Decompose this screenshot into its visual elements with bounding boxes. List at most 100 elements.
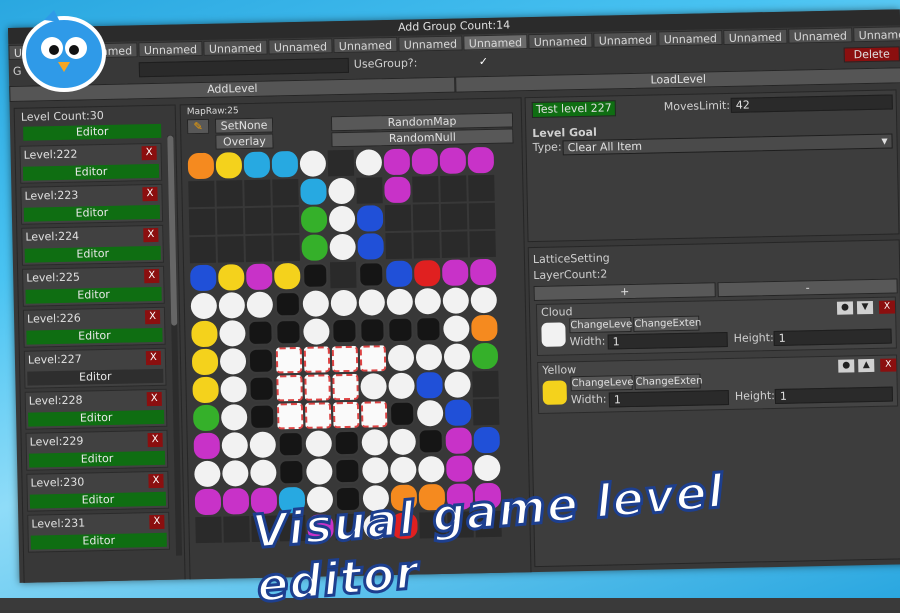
yellow-piece[interactable] xyxy=(215,152,243,179)
white-ball[interactable] xyxy=(361,429,389,456)
empty-cell[interactable] xyxy=(272,178,299,206)
delete-level-button[interactable]: X xyxy=(145,350,162,366)
width-input[interactable]: 1 xyxy=(608,389,730,408)
add-layer-button[interactable]: + xyxy=(533,282,716,302)
cyan-piece[interactable] xyxy=(300,178,327,205)
black-blocker[interactable] xyxy=(248,403,276,431)
white-ball[interactable] xyxy=(194,460,221,488)
level-editor-button[interactable]: Editor xyxy=(24,245,161,263)
orange-piece[interactable] xyxy=(187,152,215,180)
random-null-button[interactable]: RandomNull xyxy=(331,128,514,148)
white-ball[interactable] xyxy=(474,454,501,482)
dot-icon[interactable]: ● xyxy=(838,359,855,373)
tab-group-3[interactable]: Unnamed xyxy=(203,39,268,56)
pencil-icon[interactable]: ✎ xyxy=(186,118,210,135)
empty-cell[interactable] xyxy=(245,235,272,263)
group-name-field[interactable] xyxy=(138,57,350,78)
white-ball[interactable] xyxy=(221,432,249,459)
goal-type-select[interactable]: Clear All Item ▼ xyxy=(562,133,893,156)
black-blocker[interactable] xyxy=(415,315,442,343)
black-blocker[interactable] xyxy=(417,427,445,455)
blue-piece[interactable] xyxy=(357,233,384,260)
magenta-piece[interactable] xyxy=(439,147,467,174)
yellow-piece[interactable] xyxy=(192,376,219,404)
empty-cell[interactable] xyxy=(189,236,216,264)
white-ball[interactable] xyxy=(388,372,415,400)
empty-cell[interactable] xyxy=(272,206,300,234)
blue-piece[interactable] xyxy=(385,260,413,288)
white-ball[interactable] xyxy=(222,460,249,487)
tab-group-11[interactable]: Unnamed xyxy=(723,28,788,46)
white-ball[interactable] xyxy=(220,404,248,431)
magenta-piece[interactable] xyxy=(383,148,411,176)
overlay-button[interactable]: Overlay xyxy=(215,133,274,150)
change-level-button[interactable]: ChangeLeve xyxy=(569,317,632,334)
cloud-tile[interactable] xyxy=(276,374,303,402)
level-editor-button[interactable]: Editor xyxy=(23,123,162,141)
arrow-up-icon[interactable]: ▲ xyxy=(858,358,875,373)
green-piece[interactable] xyxy=(300,206,328,233)
cloud-tile[interactable] xyxy=(332,401,360,429)
cyan-piece[interactable] xyxy=(271,150,299,178)
white-ball[interactable] xyxy=(389,428,417,456)
use-group-checkbox[interactable]: ✓ xyxy=(479,54,489,70)
black-blocker[interactable] xyxy=(275,318,302,346)
level-editor-button[interactable]: Editor xyxy=(29,491,167,509)
white-ball[interactable] xyxy=(387,344,415,372)
white-ball[interactable] xyxy=(328,177,355,205)
empty-cell[interactable] xyxy=(217,236,244,263)
blue-piece[interactable] xyxy=(444,399,472,426)
white-ball[interactable] xyxy=(220,376,247,403)
green-piece[interactable] xyxy=(471,342,499,370)
empty-cell[interactable] xyxy=(273,234,300,262)
empty-cell[interactable] xyxy=(472,398,500,426)
tab-group-8[interactable]: Unnamed xyxy=(528,32,593,50)
black-blocker[interactable] xyxy=(331,317,358,345)
white-ball[interactable] xyxy=(250,459,277,487)
delete-level-button[interactable]: X xyxy=(147,432,163,448)
white-ball[interactable] xyxy=(442,287,470,314)
magenta-piece[interactable] xyxy=(467,146,495,174)
white-ball[interactable] xyxy=(328,205,356,233)
black-blocker[interactable] xyxy=(278,458,305,486)
level-editor-button[interactable]: Editor xyxy=(22,163,160,181)
cloud-tile[interactable] xyxy=(304,374,331,401)
white-ball[interactable] xyxy=(302,290,330,317)
tab-group-5[interactable]: Unnamed xyxy=(333,36,398,54)
empty-cell[interactable] xyxy=(356,177,383,204)
white-ball[interactable] xyxy=(386,288,414,316)
delete-level-button[interactable]: X xyxy=(142,186,158,202)
change-level-button[interactable]: ChangeLeve xyxy=(570,374,634,392)
level-editor-button[interactable]: Editor xyxy=(28,450,166,468)
empty-cell[interactable] xyxy=(195,516,222,544)
empty-cell[interactable] xyxy=(327,149,355,177)
blue-piece[interactable] xyxy=(473,426,501,454)
change-extent-button[interactable]: ChangeExten xyxy=(633,315,701,332)
magenta-piece[interactable] xyxy=(384,176,411,204)
cloud-tile[interactable] xyxy=(332,373,359,401)
tab-group-4[interactable]: Unnamed xyxy=(268,38,333,55)
black-blocker[interactable] xyxy=(387,316,414,344)
white-ball[interactable] xyxy=(416,399,444,427)
empty-cell[interactable] xyxy=(329,261,357,289)
black-blocker[interactable] xyxy=(274,290,302,318)
cloud-tile[interactable] xyxy=(276,402,304,430)
level-editor-button[interactable]: Editor xyxy=(30,532,167,550)
width-input[interactable]: 1 xyxy=(607,331,728,350)
height-input[interactable]: 1 xyxy=(774,386,894,405)
magenta-piece[interactable] xyxy=(193,432,221,460)
level-editor-button[interactable]: Editor xyxy=(28,409,165,427)
yellow-piece[interactable] xyxy=(273,262,301,290)
arrow-down-icon[interactable]: ▼ xyxy=(856,300,874,315)
empty-cell[interactable] xyxy=(216,180,243,207)
scrollbar-thumb[interactable] xyxy=(167,135,178,326)
empty-cell[interactable] xyxy=(216,208,244,235)
tab-group-9[interactable]: Unnamed xyxy=(593,31,658,48)
empty-cell[interactable] xyxy=(412,204,440,231)
delete-level-button[interactable]: X xyxy=(144,309,161,325)
empty-cell[interactable] xyxy=(384,204,412,232)
delete-level-button[interactable]: X xyxy=(146,391,162,407)
remove-layer-button[interactable]: - xyxy=(717,278,898,298)
delete-level-button[interactable]: X xyxy=(143,227,159,243)
empty-cell[interactable] xyxy=(468,174,495,202)
